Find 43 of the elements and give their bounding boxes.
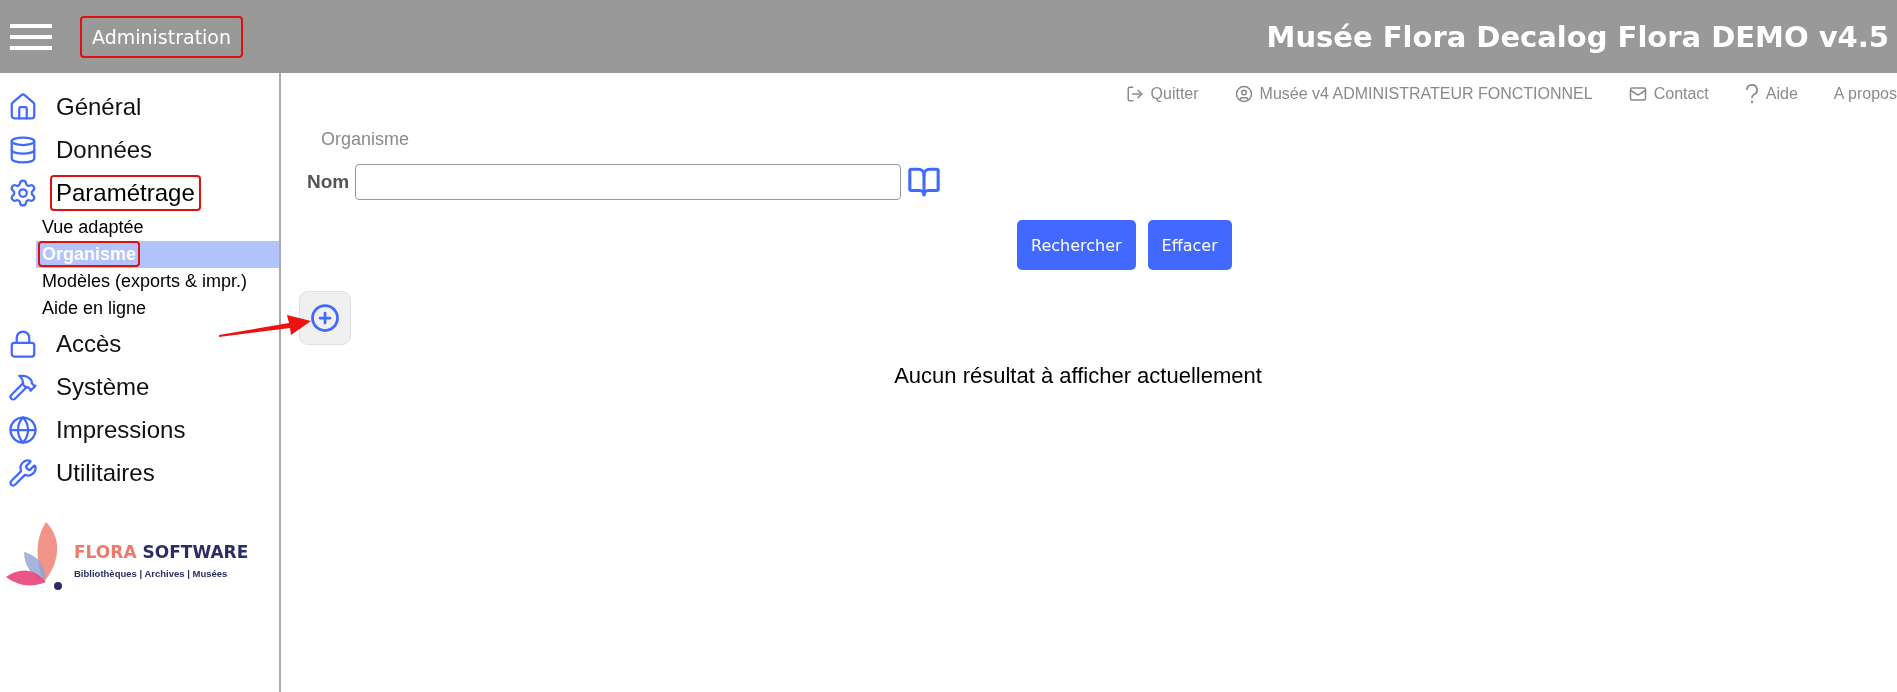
exit-icon [1125, 85, 1144, 103]
lock-icon [8, 328, 38, 359]
add-button[interactable] [299, 291, 351, 345]
submenu-label: Organisme [38, 241, 141, 267]
menu-item[interactable]: Système [50, 368, 156, 405]
plus-icon [310, 303, 340, 333]
submenu-label: Vue adaptée [41, 216, 145, 239]
submenu-label: Aide en ligne [41, 297, 148, 320]
breadcrumb: Organisme [321, 129, 410, 150]
field-label: Nom [307, 171, 350, 193]
globe-icon [8, 414, 38, 445]
menu-item[interactable]: Général [50, 88, 148, 125]
empty-message: Aucun résultat à afficher actuellement [893, 363, 1263, 389]
form-button[interactable]: Rechercher [1017, 220, 1136, 270]
section-title: Administration [80, 15, 244, 58]
header-link[interactable]: Contact [1628, 83, 1709, 105]
brand-name: FLORA [74, 541, 137, 562]
wrench-icon [8, 457, 38, 488]
app-title: Musée Flora Decalog Flora DEMO v4.5 [1266, 19, 1889, 54]
menu-item[interactable]: Impressions [50, 411, 192, 448]
brand-tagline: Bibliothèques | Archives | Musées [74, 567, 229, 579]
submenu-item[interactable]: Vue adaptée [36, 214, 279, 241]
menu-item[interactable]: Utilitaires [50, 454, 161, 491]
header-link[interactable]: Aide [1744, 83, 1798, 105]
submenu-label: Modèles (exports & impr.) [41, 270, 249, 293]
menu-item[interactable]: Paramétrage [50, 174, 201, 211]
menu-item[interactable]: Données [50, 131, 159, 168]
database-icon [8, 134, 38, 165]
header-link[interactable]: A propos [1833, 83, 1897, 105]
user-icon [1234, 85, 1253, 103]
submenu-item[interactable]: Modèles (exports & impr.) [36, 268, 279, 295]
help-icon [1744, 84, 1759, 104]
menu-item[interactable]: Accès [50, 325, 128, 362]
header-link[interactable]: Musée v4 ADMINISTRATEUR FONCTIONNEL [1234, 83, 1593, 105]
name-input[interactable] [355, 164, 902, 200]
menu-icon[interactable] [10, 21, 52, 52]
header-link[interactable]: Quitter [1125, 83, 1199, 105]
brand-name: SOFTWARE [142, 541, 249, 562]
mail-icon [1628, 85, 1647, 103]
house-icon [8, 91, 38, 122]
form-button[interactable]: Effacer [1147, 220, 1232, 270]
submenu-item[interactable]: Aide en ligne [36, 295, 279, 322]
book-icon[interactable] [907, 165, 942, 199]
